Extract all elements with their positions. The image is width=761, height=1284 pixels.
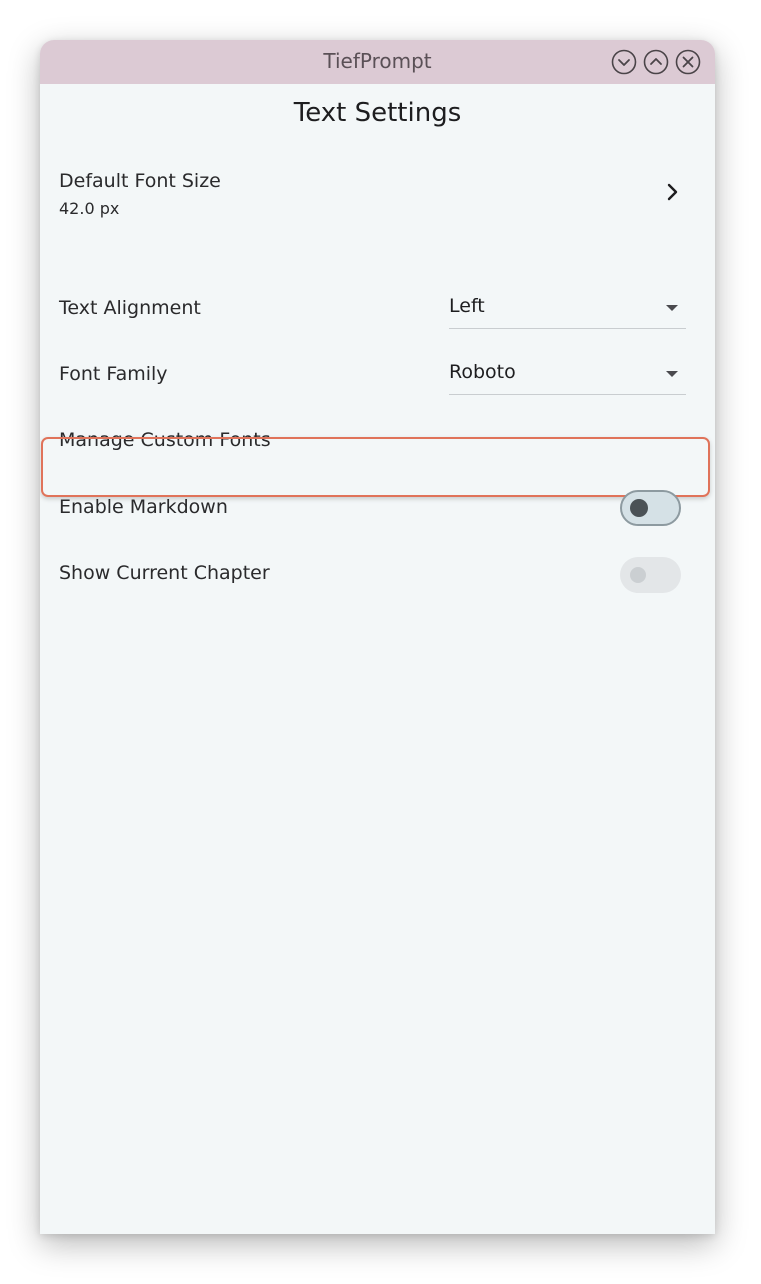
- dropdown-arrow-icon: [666, 371, 678, 377]
- title-bar[interactable]: TiefPrompt: [40, 40, 715, 84]
- toggle-knob: [630, 567, 646, 583]
- font-size-value: 42.0 px: [59, 199, 120, 218]
- maximize-icon[interactable]: [643, 49, 669, 75]
- text-alignment-label: Text Alignment: [59, 297, 201, 319]
- minimize-icon[interactable]: [611, 49, 637, 75]
- enable-markdown-label: Enable Markdown: [59, 496, 228, 518]
- chevron-right-icon[interactable]: [662, 182, 682, 202]
- toggle-knob: [630, 499, 648, 517]
- font-family-dropdown[interactable]: Roboto: [449, 354, 686, 395]
- settings-content: Text Settings Default Font Size 42.0 px …: [40, 84, 715, 1234]
- font-family-value: Roboto: [449, 361, 516, 383]
- font-size-label: Default Font Size: [59, 170, 221, 192]
- enable-markdown-toggle[interactable]: [620, 490, 681, 526]
- font-family-label: Font Family: [59, 363, 168, 385]
- text-alignment-value: Left: [449, 295, 485, 317]
- show-current-chapter-label: Show Current Chapter: [59, 562, 270, 584]
- enable-markdown-highlight: [41, 437, 710, 497]
- show-current-chapter-toggle[interactable]: [620, 557, 681, 593]
- dropdown-arrow-icon: [666, 305, 678, 311]
- window-controls: [611, 49, 701, 75]
- page-title: Text Settings: [293, 98, 462, 128]
- font-size-row[interactable]: Default Font Size 42.0 px: [40, 156, 715, 226]
- app-window: TiefPrompt Text Settings Default Font Si…: [40, 40, 715, 1234]
- text-alignment-dropdown[interactable]: Left: [449, 288, 686, 329]
- close-icon[interactable]: [675, 49, 701, 75]
